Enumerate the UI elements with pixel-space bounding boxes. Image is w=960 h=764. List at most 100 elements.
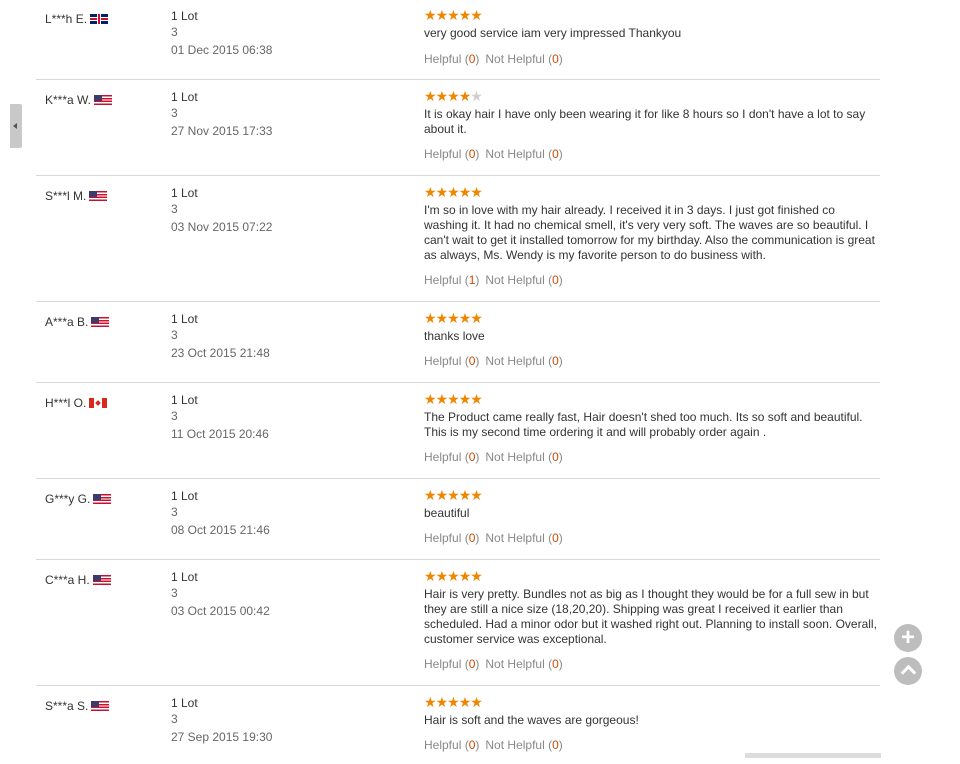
- feedback-item: A***a B. 1 Lot 3 23 Oct 2015 21:48 ★★★★★…: [36, 302, 880, 383]
- star-filled-icon: ★: [424, 184, 437, 200]
- order-quantity: 3: [171, 586, 178, 600]
- order-quantity: 3: [171, 202, 178, 216]
- star-filled-icon: ★: [458, 568, 472, 584]
- feedback-item: K***a W. 1 Lot 3 27 Nov 2015 17:33 ★★★★★…: [36, 80, 880, 176]
- not-helpful-button[interactable]: Not Helpful (0): [485, 273, 562, 287]
- star-filled-icon: ★: [470, 310, 483, 326]
- helpful-count: 1: [468, 273, 476, 287]
- star-filled-icon: ★: [435, 568, 449, 584]
- not-helpful-count: 0: [552, 354, 559, 368]
- helpful-button[interactable]: Helpful (0): [424, 354, 479, 368]
- feedback-item: L***h E. 1 Lot 3 01 Dec 2015 06:38 ★★★★★…: [36, 0, 880, 80]
- star-filled-icon: ★: [435, 391, 449, 407]
- buyer-name: S***a S.: [45, 698, 89, 713]
- star-filled-icon: ★: [447, 568, 460, 584]
- order-date: 03 Nov 2015 07:22: [171, 220, 273, 234]
- not-helpful-count: 0: [552, 52, 559, 66]
- not-helpful-button[interactable]: Not Helpful (0): [485, 531, 562, 545]
- helpful-votes: Helpful (0) Not Helpful (0): [424, 354, 563, 368]
- review-text: thanks love: [424, 329, 485, 343]
- helpful-button[interactable]: Helpful (0): [424, 52, 479, 66]
- star-filled-icon: ★: [470, 184, 483, 200]
- order-date: 03 Oct 2015 00:42: [171, 604, 270, 618]
- buyer-info: C***a H.: [45, 572, 111, 587]
- canada-flag-icon: [89, 397, 108, 408]
- star-filled-icon: ★: [447, 391, 460, 407]
- order-lot: 1 Lot: [171, 9, 198, 23]
- buyer-info: H***l O.: [45, 395, 108, 410]
- helpful-button[interactable]: Helpful (0): [424, 450, 479, 464]
- star-filled-icon: ★: [435, 487, 449, 503]
- feedback-item: H***l O. 1 Lot 3 11 Oct 2015 20:46 ★★★★★…: [36, 383, 880, 479]
- feedback-list: L***h E. 1 Lot 3 01 Dec 2015 06:38 ★★★★★…: [36, 0, 880, 764]
- helpful-count: 0: [468, 354, 476, 368]
- order-lot: 1 Lot: [171, 186, 198, 200]
- review-text: The Product came really fast, Hair doesn…: [424, 410, 863, 439]
- order-info: 1 Lot 3 27 Sep 2015 19:30: [171, 695, 272, 745]
- side-collapse-tab[interactable]: [10, 104, 22, 148]
- feedback-item: C***a H. 1 Lot 3 03 Oct 2015 00:42 ★★★★★…: [36, 560, 880, 686]
- star-rating: ★★★★★: [424, 185, 880, 199]
- not-helpful-button[interactable]: Not Helpful (0): [485, 354, 562, 368]
- helpful-button[interactable]: Helpful (0): [424, 531, 479, 545]
- star-filled-icon: ★: [435, 184, 449, 200]
- chevron-up-icon[interactable]: [894, 657, 922, 685]
- us-flag-icon: [89, 190, 108, 201]
- plus-icon[interactable]: +: [894, 624, 922, 652]
- order-quantity: 3: [171, 409, 178, 423]
- star-rating: ★★★★★: [424, 488, 880, 502]
- star-filled-icon: ★: [424, 694, 437, 710]
- buyer-info: A***a B.: [45, 314, 110, 329]
- star-filled-icon: ★: [424, 7, 437, 23]
- helpful-button[interactable]: Helpful (0): [424, 657, 479, 671]
- buyer-name: S***l M.: [45, 188, 87, 203]
- uk-flag-icon: [90, 13, 109, 24]
- helpful-button[interactable]: Helpful (0): [424, 738, 479, 752]
- order-info: 1 Lot 3 08 Oct 2015 21:46: [171, 488, 270, 538]
- feedback-item: S***l M. 1 Lot 3 03 Nov 2015 07:22 ★★★★★…: [36, 176, 880, 302]
- not-helpful-button[interactable]: Not Helpful (0): [485, 450, 562, 464]
- us-flag-icon: [91, 700, 110, 711]
- not-helpful-button[interactable]: Not Helpful (0): [485, 52, 562, 66]
- review-text: It is okay hair I have only been wearing…: [424, 107, 866, 136]
- order-lot: 1 Lot: [171, 393, 198, 407]
- star-filled-icon: ★: [458, 487, 472, 503]
- buyer-info: S***l M.: [45, 188, 108, 203]
- star-filled-icon: ★: [458, 88, 472, 104]
- helpful-count: 0: [468, 147, 476, 161]
- star-filled-icon: ★: [447, 88, 460, 104]
- buyer-info: K***a W.: [45, 92, 113, 107]
- review-text: I'm so in love with my hair already. I r…: [424, 203, 875, 262]
- order-lot: 1 Lot: [171, 570, 198, 584]
- order-date: 11 Oct 2015 20:46: [171, 427, 269, 441]
- order-lot: 1 Lot: [171, 489, 198, 503]
- helpful-votes: Helpful (0) Not Helpful (0): [424, 531, 563, 545]
- review-body: ★★★★★ Hair is very pretty. Bundles not a…: [424, 569, 880, 647]
- us-flag-icon: [93, 493, 112, 504]
- order-lot: 1 Lot: [171, 696, 198, 710]
- star-filled-icon: ★: [447, 184, 460, 200]
- review-body: ★★★★★ It is okay hair I have only been w…: [424, 89, 880, 137]
- bottom-scrollbar[interactable]: [745, 753, 881, 758]
- order-quantity: 3: [171, 712, 178, 726]
- not-helpful-count: 0: [552, 273, 559, 287]
- order-info: 1 Lot 3 03 Nov 2015 07:22: [171, 185, 272, 235]
- helpful-button[interactable]: Helpful (1): [424, 273, 479, 287]
- star-filled-icon: ★: [458, 391, 472, 407]
- star-filled-icon: ★: [447, 487, 460, 503]
- buyer-name: H***l O.: [45, 395, 87, 410]
- buyer-name: K***a W.: [45, 92, 92, 107]
- star-rating: ★★★★★: [424, 569, 880, 583]
- us-flag-icon: [91, 316, 110, 327]
- helpful-button[interactable]: Helpful (0): [424, 147, 479, 161]
- star-filled-icon: ★: [470, 391, 483, 407]
- review-body: ★★★★★ thanks love: [424, 311, 880, 344]
- not-helpful-button[interactable]: Not Helpful (0): [485, 657, 562, 671]
- not-helpful-button[interactable]: Not Helpful (0): [485, 738, 562, 752]
- not-helpful-button[interactable]: Not Helpful (0): [485, 147, 562, 161]
- review-body: ★★★★★ I'm so in love with my hair alread…: [424, 185, 880, 263]
- order-info: 1 Lot 3 27 Nov 2015 17:33: [171, 89, 272, 139]
- not-helpful-count: 0: [552, 147, 559, 161]
- star-rating: ★★★★★: [424, 311, 880, 325]
- review-text: Hair is very pretty. Bundles not as big …: [424, 587, 877, 646]
